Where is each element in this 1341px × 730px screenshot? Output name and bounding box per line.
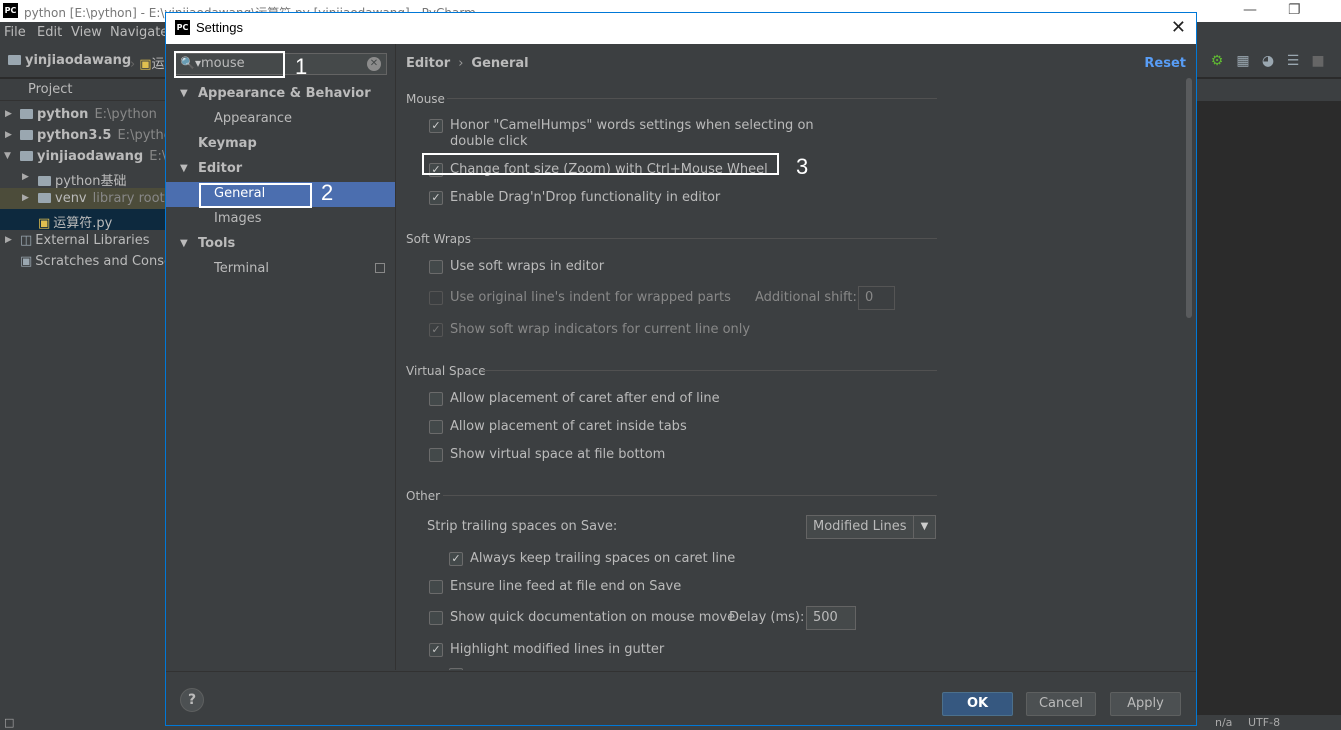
project-tool-header[interactable]: Project bbox=[0, 79, 166, 101]
coverage-icon[interactable]: ▦ bbox=[1235, 53, 1251, 69]
caret-inside-tabs-checkbox[interactable] bbox=[429, 420, 443, 434]
section-divider bbox=[483, 370, 937, 371]
menu-file[interactable]: File bbox=[4, 25, 26, 40]
additional-shift-field: 0 bbox=[858, 286, 895, 310]
tree-item-yinjiaodawang[interactable]: ▼ yinjiaodawangE:\yin bbox=[0, 146, 186, 167]
annotation-box-search bbox=[174, 51, 285, 78]
library-icon: ◫ bbox=[20, 233, 33, 248]
virtual-space-bottom-checkbox[interactable] bbox=[429, 448, 443, 462]
folder-icon bbox=[20, 151, 33, 161]
project-tree: ▶ python E:\python ▶ python3.5 E:\python3 … bbox=[0, 101, 190, 715]
soft-wraps-checkbox[interactable] bbox=[429, 260, 443, 274]
chevron-down-icon: ▼ bbox=[180, 238, 188, 249]
original-indent-checkbox bbox=[429, 291, 443, 305]
dialog-title: Settings bbox=[196, 20, 243, 35]
annotation-box-general bbox=[199, 183, 312, 208]
apply-button[interactable]: Apply bbox=[1110, 692, 1181, 716]
section-divider bbox=[443, 495, 937, 496]
nav-images[interactable]: Images bbox=[166, 207, 395, 232]
clear-search-icon[interactable]: ✕ bbox=[367, 57, 381, 71]
menu-view[interactable]: View bbox=[71, 25, 102, 40]
delay-field[interactable]: 500 bbox=[806, 606, 856, 630]
folder-icon bbox=[8, 55, 21, 65]
section-mouse: Mouse bbox=[406, 92, 445, 106]
tree-item-scratches[interactable]: ▣ Scratches and Consoles bbox=[0, 251, 190, 272]
nav-project-crumb[interactable]: yinjiaodawang bbox=[8, 53, 131, 68]
section-divider bbox=[447, 98, 937, 99]
nav-tools[interactable]: ▼ Tools bbox=[166, 232, 395, 257]
partial-checkbox[interactable] bbox=[449, 668, 463, 670]
stop-icon[interactable]: ■ bbox=[1310, 53, 1326, 69]
additional-shift-label: Additional shift: bbox=[755, 290, 857, 305]
content-scrollbar[interactable] bbox=[1186, 78, 1192, 318]
restore-icon[interactable]: ❐ bbox=[1288, 2, 1301, 18]
strip-trailing-select[interactable]: Modified Lines ▼ bbox=[806, 515, 936, 539]
annotation-number: 3 bbox=[796, 154, 809, 179]
folder-icon bbox=[38, 176, 51, 186]
section-other: Other bbox=[406, 489, 441, 503]
strip-trailing-label: Strip trailing spaces on Save: bbox=[427, 519, 618, 534]
minimize-icon[interactable]: — bbox=[1243, 2, 1257, 18]
section-soft-wraps: Soft Wraps bbox=[406, 232, 471, 246]
breadcrumb: Editor › General bbox=[406, 56, 529, 71]
status-toggle-icon[interactable]: □ bbox=[4, 716, 14, 729]
section-divider bbox=[473, 238, 937, 239]
help-button[interactable]: ? bbox=[180, 688, 204, 712]
folder-icon bbox=[20, 109, 33, 119]
editor-tab-strip bbox=[1197, 79, 1341, 101]
settings-content-panel: Editor › General Reset Mouse ✓ Honor "Came… bbox=[397, 44, 1196, 670]
ok-button[interactable]: OK bbox=[942, 692, 1013, 716]
nav-appearance-behavior[interactable]: ▼ Appearance & Behavior bbox=[166, 82, 395, 107]
nav-appearance[interactable]: Appearance bbox=[166, 107, 395, 132]
tree-item-operator-file[interactable]: ▣ 运算符.py bbox=[0, 209, 166, 231]
section-virtual-space: Virtual Space bbox=[406, 364, 486, 378]
menu-edit[interactable]: Edit bbox=[37, 25, 62, 40]
project-level-icon bbox=[375, 263, 385, 273]
nav-editor[interactable]: ▼ Editor bbox=[166, 157, 395, 182]
scratches-icon: ▣ bbox=[20, 254, 33, 269]
status-encoding[interactable]: UTF-8 bbox=[1248, 716, 1280, 729]
caret-after-eol-checkbox[interactable] bbox=[429, 392, 443, 406]
highlight-modified-checkbox[interactable]: ✓ bbox=[429, 643, 443, 657]
debug-icon[interactable]: ⚙ bbox=[1209, 53, 1225, 69]
soft-wrap-indicators-checkbox: ✓ bbox=[429, 323, 443, 337]
status-position[interactable]: n/a bbox=[1215, 716, 1232, 729]
folder-icon bbox=[20, 130, 33, 140]
tree-item-external-libraries[interactable]: ▶ ◫ External Libraries bbox=[0, 230, 166, 251]
quick-doc-checkbox[interactable] bbox=[429, 611, 443, 625]
nav-terminal[interactable]: Terminal bbox=[166, 257, 395, 282]
tree-item-venv[interactable]: ▶ venv library root bbox=[0, 188, 166, 209]
annotation-number: 2 bbox=[321, 180, 334, 205]
profile-icon[interactable]: ◕ bbox=[1260, 53, 1276, 69]
python-file-icon: ▣ bbox=[139, 57, 152, 72]
drag-drop-checkbox[interactable]: ✓ bbox=[429, 191, 443, 205]
delay-label: Delay (ms): bbox=[729, 610, 805, 625]
dialog-footer: ? OK Cancel Apply bbox=[166, 671, 1196, 725]
annotation-box-zoom bbox=[422, 153, 779, 175]
tree-item-python[interactable]: ▶ python E:\python bbox=[0, 104, 166, 125]
folder-icon bbox=[38, 193, 51, 203]
tree-item-python-basics[interactable]: ▶ python基础 bbox=[0, 167, 166, 189]
python-file-icon: ▣ bbox=[38, 216, 51, 231]
editor-area[interactable] bbox=[1197, 101, 1341, 691]
tree-item-python35[interactable]: ▶ python3.5 E:\python3 bbox=[0, 125, 188, 146]
settings-dialog: PC Settings ✕ 🔍▾ mouse ✕ ▼ Appearance & … bbox=[165, 12, 1197, 726]
chevron-down-icon: ▼ bbox=[180, 88, 188, 99]
annotation-number: 1 bbox=[295, 54, 308, 79]
dialog-title-bar: PC Settings ✕ bbox=[166, 13, 1196, 44]
close-icon[interactable]: ✕ bbox=[1171, 17, 1186, 38]
chevron-down-icon: ▼ bbox=[180, 163, 188, 174]
concurrency-icon[interactable]: ☰ bbox=[1285, 53, 1301, 69]
line-feed-eof-checkbox[interactable] bbox=[429, 580, 443, 594]
chevron-down-icon: ▼ bbox=[913, 516, 935, 538]
cancel-button[interactable]: Cancel bbox=[1026, 692, 1096, 716]
reset-link[interactable]: Reset bbox=[1144, 56, 1186, 71]
settings-nav-panel: 🔍▾ mouse ✕ ▼ Appearance & Behavior Appea… bbox=[166, 44, 396, 670]
pycharm-logo-icon: PC bbox=[3, 3, 18, 18]
keep-trailing-caret-checkbox[interactable]: ✓ bbox=[449, 552, 463, 566]
camel-humps-checkbox[interactable]: ✓ bbox=[429, 119, 443, 133]
pycharm-logo-icon: PC bbox=[175, 20, 190, 35]
nav-keymap[interactable]: Keymap bbox=[166, 132, 395, 157]
menu-navigate[interactable]: Navigate bbox=[110, 25, 168, 40]
